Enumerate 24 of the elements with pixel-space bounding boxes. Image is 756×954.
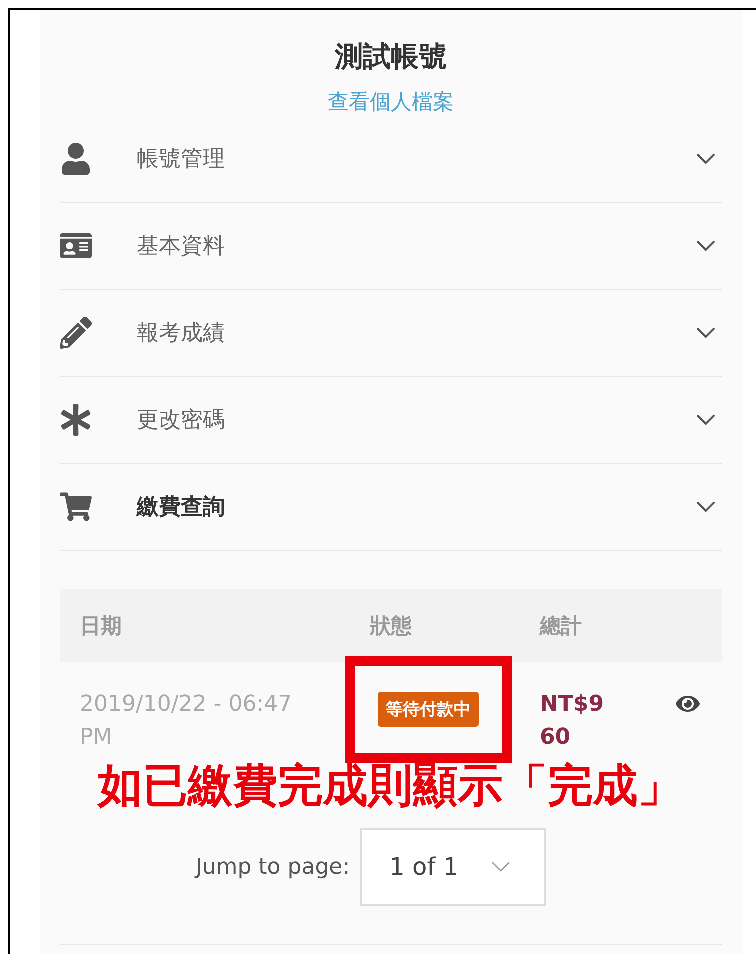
status-badge: 等待付款中 (378, 692, 479, 727)
menu-label: 繳費查詢 (137, 494, 226, 522)
cart-icon (60, 491, 92, 523)
total-cell-text: NT$960 (540, 691, 606, 752)
menu-item[interactable]: 更改密碼 (60, 377, 722, 464)
menu-item[interactable]: 帳號管理 (60, 116, 722, 203)
menu-item[interactable]: 報考成績 (60, 290, 722, 377)
column-header: 狀態 (370, 612, 412, 640)
menu-label: 報考成績 (137, 320, 226, 348)
pencil-icon (60, 317, 92, 349)
menu-label: 更改密碼 (137, 407, 226, 435)
date-cell-text: 2019/10/22 - 06:47 PM (80, 691, 294, 752)
menu-label: 基本資料 (137, 233, 226, 261)
account-title: 測試帳號 (335, 39, 447, 75)
column-header: 總計 (540, 612, 582, 640)
page-select[interactable]: 1 of 1 (360, 828, 546, 906)
menu-item[interactable]: 繳費查詢 (60, 464, 722, 551)
annotation-text: 如已繳費完成則顯示「完成」 (96, 758, 684, 814)
menu-label: 帳號管理 (137, 146, 226, 174)
user-icon (60, 143, 92, 175)
pager-label: Jump to page: (196, 854, 350, 880)
menu-item[interactable]: 基本資料 (60, 203, 722, 290)
asterisk-icon (60, 404, 92, 436)
column-header: 日期 (80, 612, 122, 640)
